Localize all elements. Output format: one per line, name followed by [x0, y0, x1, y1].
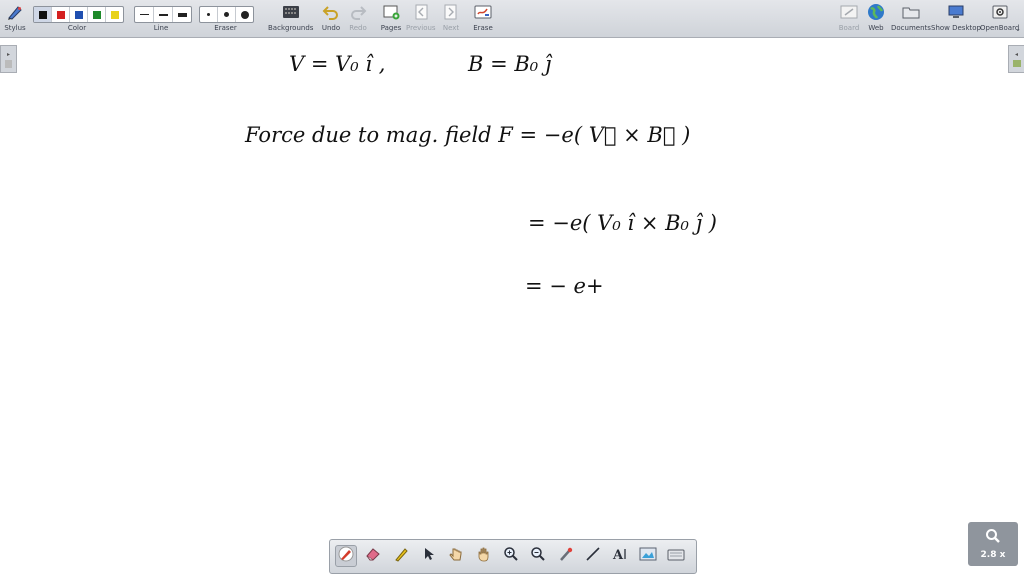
openboard-label: OpenBoard	[980, 24, 1020, 32]
hand-tool-button[interactable]	[472, 545, 494, 567]
marker-icon	[393, 546, 409, 566]
backgrounds-button[interactable]: Backgrounds	[268, 2, 313, 32]
chevron-down-icon[interactable]: ⌄	[1015, 25, 1021, 33]
line-icon	[585, 546, 601, 566]
erase-button[interactable]: Erase	[472, 2, 494, 32]
show-desktop-label: Show Desktop	[931, 24, 981, 32]
backgrounds-label: Backgrounds	[268, 24, 314, 32]
line-tool-button[interactable]	[582, 545, 604, 567]
selector-tool-button[interactable]	[418, 545, 440, 567]
marker-tool-button[interactable]	[390, 545, 412, 567]
color-green-swatch[interactable]	[88, 7, 106, 22]
globe-icon	[865, 2, 887, 22]
redo-icon	[347, 2, 369, 22]
erase-label: Erase	[473, 24, 493, 32]
show-desktop-button[interactable]: Show Desktop	[931, 2, 981, 32]
monitor-icon	[945, 2, 967, 22]
previous-label: Previous	[406, 24, 436, 32]
previous-button[interactable]: Previous	[406, 2, 436, 32]
handwritten-cross-product: = −e( V₀ î × B₀ ĵ )	[528, 211, 717, 235]
svg-text:A: A	[612, 548, 624, 562]
documents-button[interactable]: Documents	[891, 2, 931, 32]
color-yellow-swatch[interactable]	[106, 7, 123, 22]
openboard-menu-button[interactable]: OpenBoard	[980, 2, 1019, 32]
line-group-label: Line	[153, 24, 169, 32]
eraser-icon	[365, 546, 381, 566]
zoom-level-text: 2.8 x	[980, 550, 1006, 560]
handwritten-field: B = B₀ ĵ	[468, 52, 552, 76]
color-palette	[33, 6, 124, 23]
color-blue-swatch[interactable]	[70, 7, 88, 22]
zoom-indicator[interactable]: 2.8 x	[968, 522, 1018, 566]
handwritten-velocity: V = V₀ î ,	[289, 52, 386, 76]
eraser-small-button[interactable]	[200, 7, 218, 22]
text-tool-button[interactable]: A	[610, 545, 632, 567]
pen-icon	[338, 546, 354, 566]
line-thin-button[interactable]	[135, 7, 154, 22]
line-medium-button[interactable]	[154, 7, 173, 22]
redo-button[interactable]: Redo	[347, 2, 369, 32]
undo-label: Undo	[321, 24, 341, 32]
line-width-selector	[134, 6, 192, 23]
undo-icon	[320, 2, 342, 22]
text-icon: A	[612, 546, 630, 566]
stylus-palette: A	[329, 539, 697, 574]
board-icon	[838, 2, 860, 22]
board-button[interactable]: Board	[838, 2, 860, 32]
next-page-icon	[440, 2, 462, 22]
top-toolbar: Stylus Color Line Eraser Backgrounds Und…	[0, 0, 1024, 38]
web-button[interactable]: Web	[865, 2, 887, 32]
folder-icon	[900, 2, 922, 22]
interact-tool-button[interactable]	[445, 545, 467, 567]
zoom-out-icon	[530, 546, 546, 566]
color-red-swatch[interactable]	[52, 7, 70, 22]
virtual-keyboard-button[interactable]	[665, 545, 687, 567]
pages-icon	[380, 2, 402, 22]
redo-label: Redo	[349, 24, 367, 32]
eraser-size-selector	[199, 6, 254, 23]
previous-page-icon	[410, 2, 432, 22]
undo-button[interactable]: Undo	[320, 2, 342, 32]
laser-pointer-icon	[558, 546, 574, 566]
web-label: Web	[868, 24, 884, 32]
eraser-tool-button[interactable]	[362, 545, 384, 567]
eraser-medium-button[interactable]	[218, 7, 236, 22]
gear-icon	[989, 2, 1011, 22]
stylus-icon	[4, 2, 26, 22]
board-label: Board	[838, 24, 860, 32]
pages-label: Pages	[380, 24, 402, 32]
stylus-label: Stylus	[4, 24, 26, 32]
laser-pointer-tool-button[interactable]	[555, 545, 577, 567]
color-black-swatch[interactable]	[34, 7, 52, 22]
stylus-button[interactable]: Stylus	[4, 2, 26, 32]
whiteboard-canvas[interactable]: V = V₀ î , B = B₀ ĵ Force due to mag. fi…	[0, 38, 1024, 576]
erase-board-icon	[472, 2, 494, 22]
zoom-magnifier-icon	[985, 528, 1001, 547]
documents-label: Documents	[891, 24, 931, 32]
handwritten-force-equation: Force due to mag. field F = −e( V⃗ × B⃗ …	[245, 123, 691, 147]
handwritten-partial-result: = − e+	[525, 274, 604, 298]
pages-button[interactable]: Pages	[380, 2, 402, 32]
zoom-in-tool-button[interactable]	[500, 545, 522, 567]
cursor-arrow-icon	[422, 546, 436, 566]
camera-capture-icon	[639, 546, 657, 566]
eraser-group-label: Eraser	[214, 24, 237, 32]
keyboard-icon	[667, 547, 685, 566]
eraser-large-button[interactable]	[236, 7, 253, 22]
next-button[interactable]: Next	[440, 2, 462, 32]
pointing-hand-icon	[448, 546, 464, 566]
hand-icon	[475, 546, 491, 566]
capture-tool-button[interactable]	[637, 545, 659, 567]
next-label: Next	[442, 24, 460, 32]
color-group-label: Color	[67, 24, 87, 32]
zoom-out-tool-button[interactable]	[527, 545, 549, 567]
line-thick-button[interactable]	[173, 7, 191, 22]
zoom-in-icon	[503, 546, 519, 566]
pen-tool-button[interactable]	[335, 545, 357, 567]
backgrounds-icon	[280, 2, 302, 22]
